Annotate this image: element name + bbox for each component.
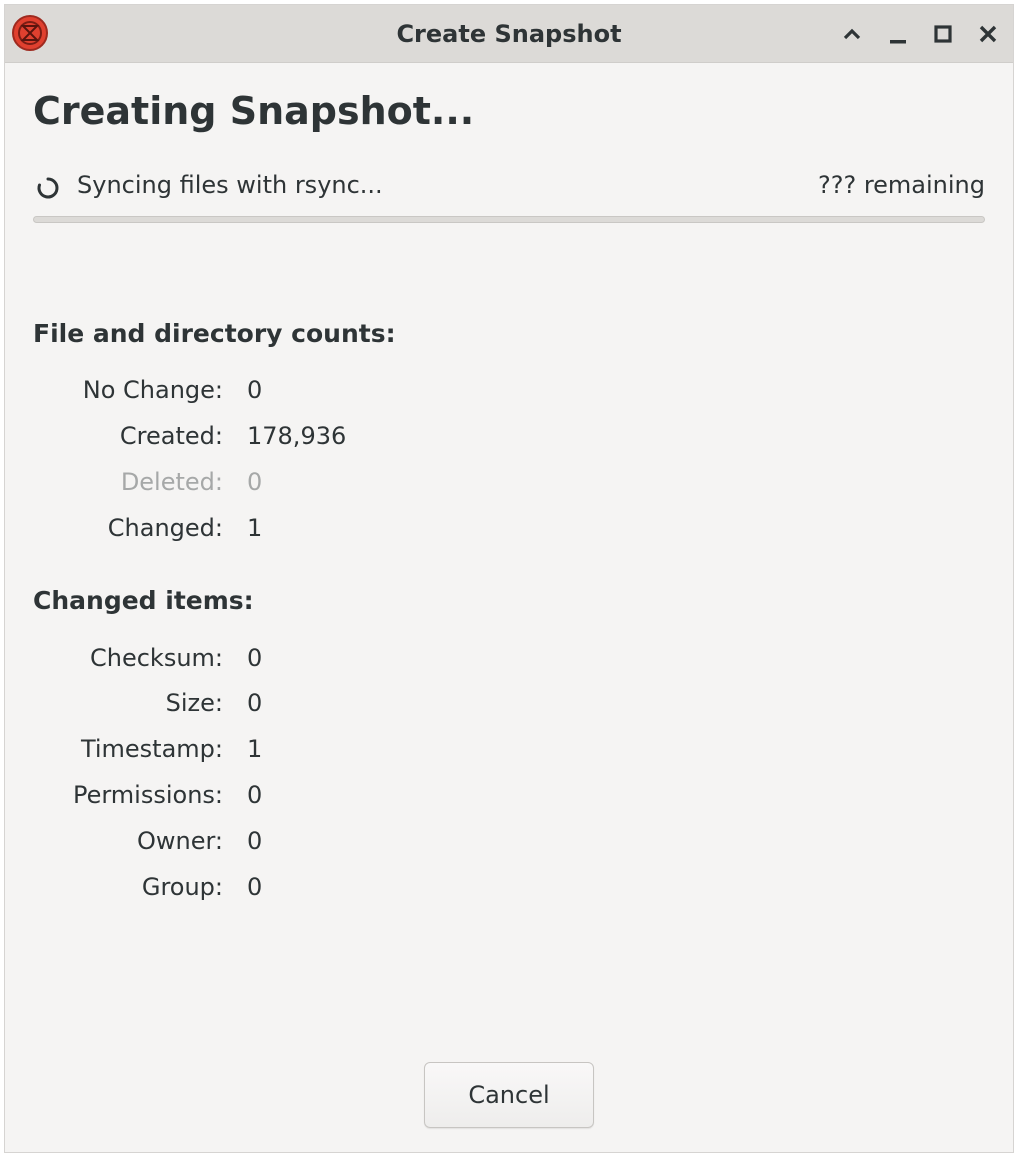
stat-value: 0 xyxy=(247,781,263,809)
stat-value: 0 xyxy=(247,873,263,901)
stat-label: Size: xyxy=(165,689,223,717)
stat-label: Created: xyxy=(119,422,223,450)
stat-label: No Change: xyxy=(82,376,223,404)
time-remaining: ??? remaining xyxy=(817,171,985,199)
stat-row-checksum: Checksum: 0 xyxy=(5,644,605,676)
dialog-content: Creating Snapshot... Syncing files with … xyxy=(5,63,1013,1152)
stat-label: Checksum: xyxy=(89,644,223,672)
stat-row-timestamp: Timestamp: 1 xyxy=(5,735,605,767)
stat-row-no-change: No Change: 0 xyxy=(5,376,605,408)
stat-label: Timestamp: xyxy=(80,735,223,763)
spinner-icon xyxy=(36,176,60,200)
title-bar[interactable]: Create Snapshot xyxy=(5,5,1013,63)
stat-value: 0 xyxy=(247,827,263,855)
stat-label: Changed: xyxy=(107,514,223,542)
page-title: Creating Snapshot... xyxy=(33,89,475,133)
counts-section-title: File and directory counts: xyxy=(33,319,396,348)
maximize-icon[interactable] xyxy=(927,18,959,50)
stat-row-owner: Owner: 0 xyxy=(5,827,605,859)
cancel-button[interactable]: Cancel xyxy=(424,1062,594,1128)
stat-row-size: Size: 0 xyxy=(5,689,605,721)
stat-label: Group: xyxy=(141,873,223,901)
stat-value: 0 xyxy=(247,689,263,717)
close-icon[interactable] xyxy=(972,18,1004,50)
stat-label: Permissions: xyxy=(72,781,223,809)
stat-row-group: Group: 0 xyxy=(5,873,605,905)
stat-value: 0 xyxy=(247,468,263,496)
stat-value: 1 xyxy=(247,735,263,763)
stat-label: Owner: xyxy=(136,827,223,855)
progress-bar xyxy=(33,216,985,223)
stat-value: 0 xyxy=(247,376,263,404)
stat-row-created: Created: 178,936 xyxy=(5,422,605,454)
minimize-icon[interactable] xyxy=(882,18,914,50)
stat-label: Deleted: xyxy=(120,468,223,496)
create-snapshot-window: Create Snapshot Creating Snapshot... Syn… xyxy=(4,4,1014,1153)
stat-value: 0 xyxy=(247,644,263,672)
changed-items-section-title: Changed items: xyxy=(33,586,254,615)
chevron-up-icon[interactable] xyxy=(836,18,868,50)
status-text: Syncing files with rsync... xyxy=(77,171,383,199)
stat-value: 1 xyxy=(247,514,263,542)
stat-row-changed: Changed: 1 xyxy=(5,514,605,546)
stat-row-permissions: Permissions: 0 xyxy=(5,781,605,813)
stat-value: 178,936 xyxy=(247,422,347,450)
stat-row-deleted: Deleted: 0 xyxy=(5,468,605,500)
